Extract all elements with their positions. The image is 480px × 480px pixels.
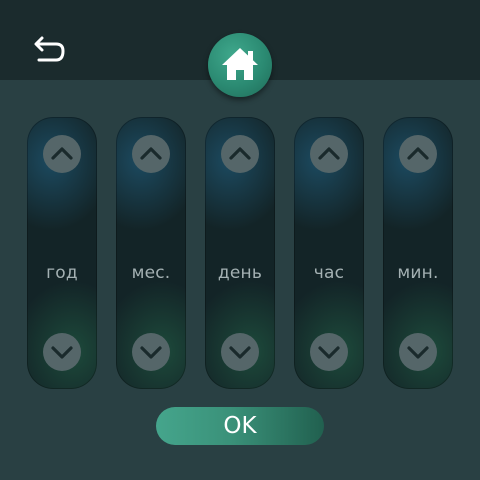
chevron-up-icon — [229, 147, 251, 160]
year-decrement-button[interactable] — [43, 333, 81, 371]
month-label: мес. — [131, 263, 171, 283]
chevron-down-icon — [229, 346, 251, 359]
picker-column-minute: мин. — [383, 117, 453, 389]
minute-decrement-button[interactable] — [399, 333, 437, 371]
chevron-down-icon — [140, 346, 162, 359]
day-increment-button[interactable] — [221, 135, 259, 173]
picker-column-year: год — [27, 117, 97, 389]
month-increment-button[interactable] — [132, 135, 170, 173]
chevron-down-icon — [51, 346, 73, 359]
hour-decrement-button[interactable] — [310, 333, 348, 371]
picker-column-day: день — [205, 117, 275, 389]
minute-increment-button[interactable] — [399, 135, 437, 173]
chevron-up-icon — [407, 147, 429, 160]
day-label: день — [217, 263, 263, 283]
chevron-down-icon — [407, 346, 429, 359]
chevron-up-icon — [140, 147, 162, 160]
picker-column-hour: час — [294, 117, 364, 389]
year-increment-button[interactable] — [43, 135, 81, 173]
ok-button[interactable]: OK — [156, 407, 324, 445]
date-time-setup-screen: год мес. день час мин. OK — [0, 0, 480, 480]
day-decrement-button[interactable] — [221, 333, 259, 371]
hour-increment-button[interactable] — [310, 135, 348, 173]
minute-label: мин. — [397, 263, 439, 283]
chevron-down-icon — [318, 346, 340, 359]
chevron-up-icon — [318, 147, 340, 160]
hour-label: час — [313, 263, 345, 283]
month-decrement-button[interactable] — [132, 333, 170, 371]
year-label: год — [46, 263, 78, 283]
chevron-up-icon — [51, 147, 73, 160]
picker-column-month: мес. — [116, 117, 186, 389]
